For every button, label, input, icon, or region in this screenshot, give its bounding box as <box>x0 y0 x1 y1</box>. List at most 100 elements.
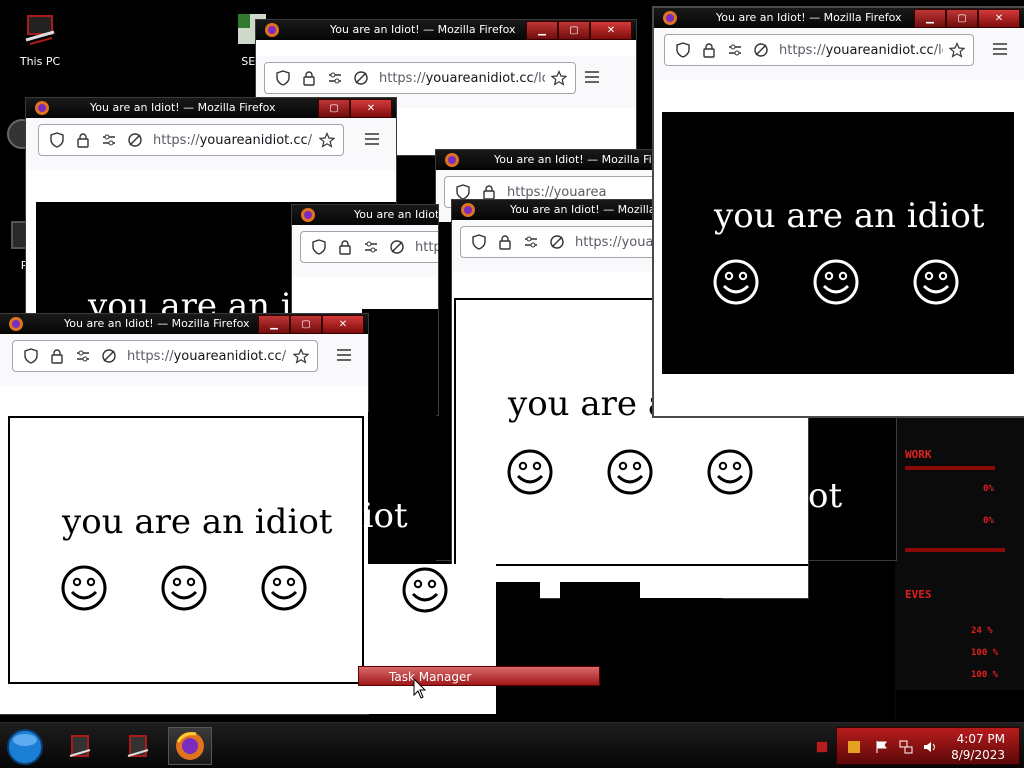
desktop-icon-this-pc[interactable]: This PC <box>0 12 80 68</box>
minimize-button[interactable]: ▁ <box>914 9 946 28</box>
maximize-button[interactable]: ▢ <box>558 21 590 40</box>
shield-icon <box>24 348 38 364</box>
window-title: You are an Idiot! — Mozilla Firefox <box>354 208 438 221</box>
render-artifact <box>896 690 1024 720</box>
hud-label: 100 % <box>971 670 999 680</box>
hud-label: 0% <box>983 484 994 494</box>
smiley-icon <box>402 567 448 613</box>
url-bar[interactable]: https://youareanidiot.cc/lol. <box>264 62 576 94</box>
minimize-button[interactable]: ▁ <box>258 315 290 334</box>
taskbar-app-1[interactable] <box>58 727 102 765</box>
smiley-row <box>60 564 308 612</box>
firefox-icon <box>461 203 475 217</box>
star-icon[interactable] <box>319 132 335 148</box>
security-icon[interactable] <box>847 740 861 754</box>
render-artifact <box>560 582 640 718</box>
firefox-icon <box>301 208 315 222</box>
render-artifact <box>368 412 436 564</box>
hamburger-menu-icon[interactable] <box>336 348 352 362</box>
permissions-icon <box>103 134 115 146</box>
url-text: https://youareanidiot.cc/lol. <box>779 42 943 58</box>
hamburger-menu-icon[interactable] <box>584 70 600 84</box>
volume-icon[interactable] <box>923 740 937 754</box>
lock-icon <box>703 43 715 58</box>
page-content: you are an idiot <box>0 386 368 714</box>
url-bar[interactable]: https://youareanidiot.cc/lol. <box>12 340 318 372</box>
hamburger-menu-icon[interactable] <box>364 132 380 146</box>
permissions-icon <box>365 241 377 253</box>
browser-toolbar: https://youareanidiot.cc/lol. <box>0 334 368 386</box>
clock[interactable]: 4:07 PM 8/9/2023 <box>951 731 1005 763</box>
tracking-off-icon <box>354 71 368 85</box>
maximize-button[interactable]: ▢ <box>946 9 978 28</box>
page-text-fragment: idiot <box>330 496 408 536</box>
url-text: https://youareanidiot.cc/lol. <box>127 348 287 364</box>
page-text: you are an idiot <box>62 502 333 542</box>
show-hidden-icons-icon[interactable] <box>816 741 828 753</box>
taskbar-app-2[interactable] <box>116 727 160 765</box>
star-icon[interactable] <box>551 70 567 86</box>
window-titlebar[interactable]: You are an Idiot! — Mozilla Firefox ▁ ▢ … <box>0 314 368 334</box>
page-content: you are an idiot <box>654 80 1024 416</box>
url-text: http <box>415 239 438 255</box>
window-title: You are an Idiot! — Mozilla Firefox <box>90 101 276 114</box>
close-button[interactable]: ✕ <box>322 315 364 334</box>
flag-icon[interactable] <box>875 740 889 754</box>
shield-icon <box>276 70 290 86</box>
desktop: This PC SEX Ne Recy WORK 0% 0% EVES 24 %… <box>0 0 1024 768</box>
lock-icon <box>339 240 351 255</box>
star-icon[interactable] <box>293 348 309 364</box>
tooltip-label: Task Manager <box>389 670 472 684</box>
minimize-button[interactable]: ▁ <box>526 21 558 40</box>
maximize-button[interactable]: ▢ <box>290 315 322 334</box>
permissions-icon <box>729 44 741 56</box>
close-button[interactable]: ✕ <box>350 99 392 118</box>
firefox-window[interactable]: You are an Idiot! — Mozilla Firefox ▁ ▢ … <box>654 8 1024 416</box>
smiley-icon <box>707 449 753 495</box>
smiley-icon <box>813 259 859 305</box>
smiley-icon <box>507 449 553 495</box>
window-title: You are an Idiot! — Mozilla Firefox <box>64 317 250 330</box>
lock-icon <box>483 185 495 200</box>
firefox-icon <box>265 23 279 37</box>
taskbar: 4:07 PM 8/9/2023 <box>0 722 1024 768</box>
close-button[interactable]: ✕ <box>978 9 1020 28</box>
smiley-row <box>506 448 754 496</box>
hamburger-menu-icon[interactable] <box>992 42 1008 56</box>
firefox-window[interactable]: You are an Idiot! — Mozilla Firefox ▁ ▢ … <box>0 314 368 714</box>
lock-icon <box>77 133 89 148</box>
browser-toolbar: https://youareanidiot.cc/lol. <box>654 28 1024 80</box>
taskbar-app-firefox[interactable] <box>168 727 212 765</box>
window-titlebar[interactable]: You are an Idiot! — Mozilla Firefox <box>292 205 438 225</box>
close-button[interactable]: ✕ <box>590 21 632 40</box>
window-titlebar[interactable]: You are an Idiot! — Mozilla Firefox ▢ ✕ <box>26 98 396 118</box>
smiley-icon <box>261 565 307 611</box>
hud-label: EVES <box>905 588 932 601</box>
url-bar[interactable]: https://youareanidiot.cc/lol. <box>664 34 974 66</box>
tracking-off-icon <box>390 240 404 254</box>
url-text: https://youareanidiot.cc/lol. <box>379 70 545 86</box>
window-titlebar[interactable]: You are an Idiot! — Mozilla Firefox ▁ ▢ … <box>256 20 636 40</box>
url-bar[interactable]: http <box>300 231 438 263</box>
render-artifact <box>496 582 540 718</box>
smiley-icon <box>161 565 207 611</box>
firefox-icon <box>663 11 677 25</box>
star-icon[interactable] <box>949 42 965 58</box>
window-title: You are an Idiot! — Mozilla Firefox <box>716 11 902 24</box>
lock-icon <box>499 235 511 250</box>
tracking-off-icon <box>102 349 116 363</box>
permissions-icon <box>525 236 537 248</box>
browser-toolbar: http <box>292 225 438 277</box>
smiley-icon <box>61 565 107 611</box>
task-manager-tooltip[interactable]: Task Manager <box>358 666 600 686</box>
tracking-off-icon <box>550 235 564 249</box>
tracking-off-icon <box>754 43 768 57</box>
start-button-icon[interactable] <box>6 728 44 766</box>
hud-widget: WORK 0% 0% EVES 24 % 100 % 100 % <box>895 418 1024 720</box>
window-titlebar[interactable]: You are an Idiot! — Mozilla Firefox ▁ ▢ … <box>654 8 1024 28</box>
url-bar[interactable]: https://youareanidiot.cc/lol. <box>38 124 344 156</box>
permissions-icon <box>329 72 341 84</box>
smiley-icon <box>607 449 653 495</box>
network-icon[interactable] <box>899 740 913 754</box>
maximize-button[interactable]: ▢ <box>318 99 350 118</box>
